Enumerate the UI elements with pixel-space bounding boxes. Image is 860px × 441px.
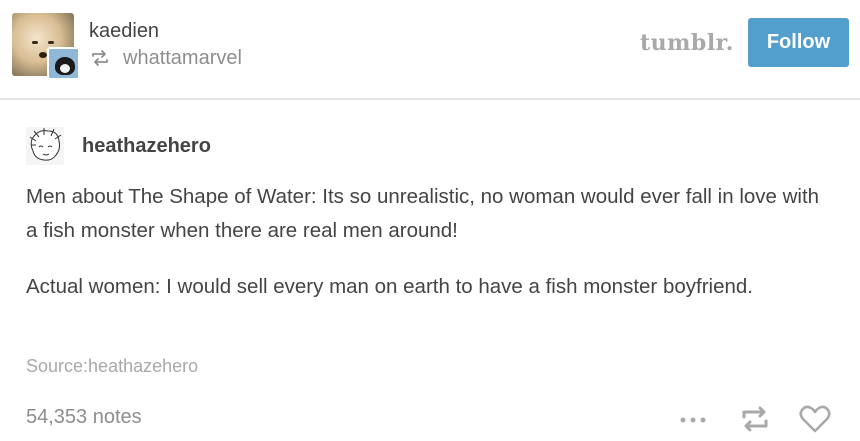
username[interactable]: kaedien xyxy=(89,20,159,43)
reblog-from-username[interactable]: whattamarvel xyxy=(123,47,242,70)
like-button[interactable] xyxy=(798,402,832,436)
reblog-source-avatar[interactable] xyxy=(47,47,80,80)
ellipsis-icon xyxy=(680,417,706,423)
post-header: kaedien whattamarvel tumblr. Follow xyxy=(0,0,860,100)
sketch-avatar-icon xyxy=(29,128,62,161)
source-label: Source: xyxy=(26,356,89,376)
source-link[interactable]: heathazehero xyxy=(88,356,198,376)
follow-button[interactable]: Follow xyxy=(748,18,849,67)
avatar-cat-face xyxy=(60,64,70,73)
heart-icon xyxy=(799,405,831,433)
reblog-button[interactable] xyxy=(738,402,772,436)
source-attribution: Source:heathazehero xyxy=(26,356,198,377)
reblog-icon xyxy=(92,50,108,66)
reblog-icon xyxy=(742,406,768,432)
tumblr-logo[interactable]: tumblr. xyxy=(640,30,734,56)
avatar-nose xyxy=(39,52,47,58)
avatar-eye xyxy=(32,41,38,44)
avatar-eye xyxy=(48,41,54,44)
post-author-name[interactable]: heathazehero xyxy=(82,135,211,158)
post-author-avatar[interactable] xyxy=(26,127,64,165)
post-paragraph: Actual women: I would sell every man on … xyxy=(26,275,753,298)
notes-count[interactable]: 54,353 notes xyxy=(26,406,142,429)
reblog-info: whattamarvel xyxy=(89,47,242,69)
more-options-button[interactable] xyxy=(676,408,710,428)
post-paragraph: Men about The Shape of Water: Its so unr… xyxy=(26,185,820,242)
